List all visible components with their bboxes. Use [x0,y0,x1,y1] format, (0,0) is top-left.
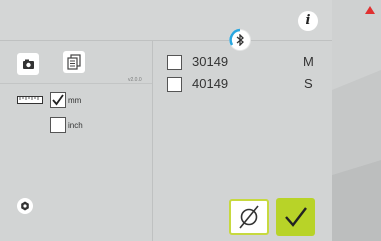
app-window: i v2.0.0 mm inch 30149 M 40149 S [0,0,332,241]
copy-button[interactable] [63,51,85,73]
panel-divider [152,41,153,241]
item-size: S [304,76,313,91]
item-number: 40149 [192,76,229,91]
no-filter-icon [239,205,259,229]
background-image [332,0,381,241]
settings-icon [21,201,29,211]
camera-button[interactable] [17,53,39,75]
info-icon[interactable]: i [298,11,318,31]
checkmark-icon [52,94,64,106]
divider [0,83,152,84]
mm-label: mm [68,96,82,105]
item-checkbox[interactable] [167,55,182,70]
item-number: 30149 [192,54,229,69]
camera-icon [23,59,34,69]
confirm-button[interactable] [276,198,315,236]
checkmark-icon [285,207,307,227]
top-bar [0,0,332,40]
copy-icon [67,54,81,70]
bluetooth-symbol [236,34,244,46]
bluetooth-icon[interactable] [229,28,250,50]
mm-checkbox[interactable] [50,92,66,108]
inch-label: inch [68,121,83,130]
item-size: M [303,54,314,69]
background-scene [332,0,381,241]
clear-button[interactable] [229,199,269,235]
inch-checkbox[interactable] [50,117,66,133]
item-checkbox[interactable] [167,77,182,92]
ruler-icon [17,96,43,104]
settings-button[interactable] [17,198,33,214]
